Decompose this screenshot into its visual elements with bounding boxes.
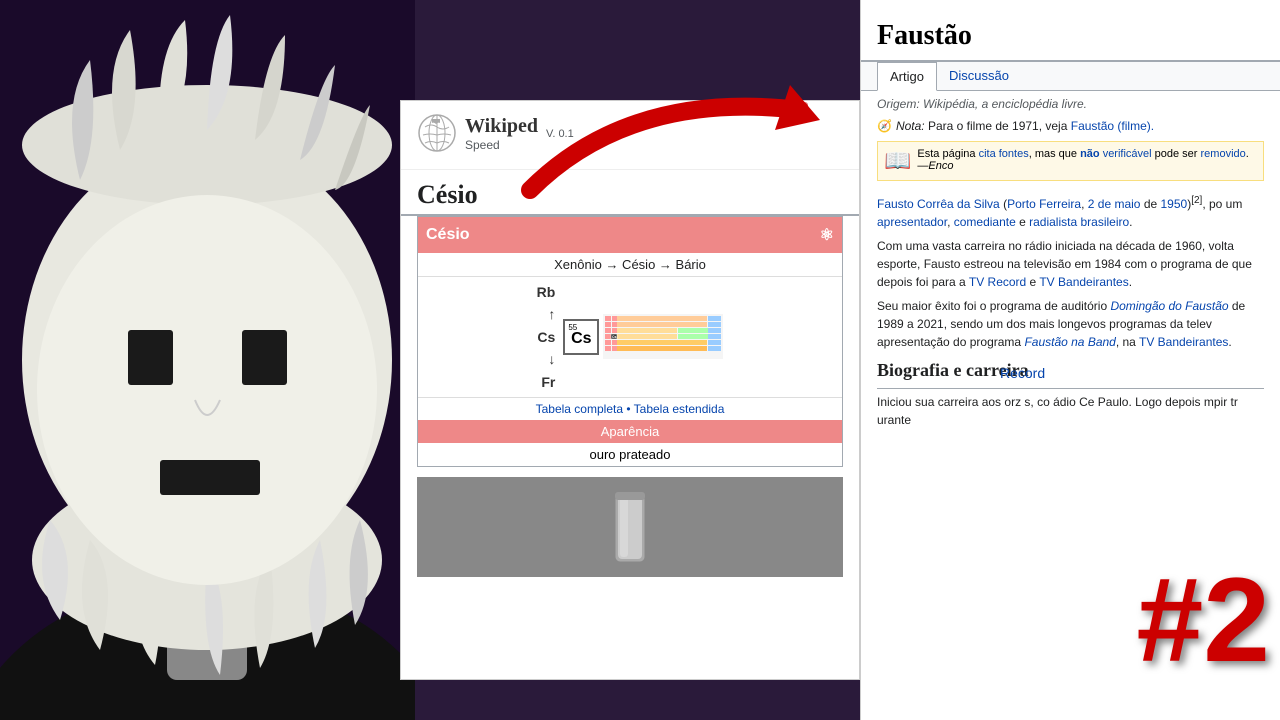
warning-book-icon: 📖 — [884, 148, 911, 174]
element-card-header: Césio ⚛ — [418, 217, 842, 253]
faustao-biography-section: Biografia e carreira — [877, 357, 1264, 389]
faustao-note: 🧭 Nota: Para o filme de 1971, veja Faust… — [861, 117, 1280, 135]
faustao-content: Fausto Corrêa da Silva (Porto Ferreira, … — [861, 187, 1280, 441]
wiki-subtitle: Speed — [465, 138, 538, 152]
wikipedia-logo-icon — [417, 113, 457, 153]
right-eye — [242, 330, 287, 385]
cesio-photo-svg — [590, 482, 670, 572]
wiki-logo-row: Wikiped Speed V. 0.1 — [417, 113, 843, 153]
note-icon: 🧭 — [877, 119, 892, 133]
element-card: Césio ⚛ Xenônio → Césio → Bário Rb ↑ Cs … — [417, 216, 843, 467]
tab-artigo[interactable]: Artigo — [877, 62, 937, 91]
element-periodic-table: Rb ↑ Cs ↓ Fr 55 Cs — [418, 277, 842, 397]
record-link[interactable]: Record — [1000, 365, 1045, 381]
wiki-title: Wikiped — [465, 115, 538, 138]
cesium-element-box: 55 Cs — [563, 319, 599, 355]
faustao-warning-box: 📖 Esta página cita fontes, mas que não v… — [877, 141, 1264, 181]
faustao-origin: Origem: Wikipédia, a enciclopédia livre. — [861, 91, 1280, 117]
number-overlay: #2 — [1137, 560, 1270, 680]
mouth — [160, 460, 260, 495]
periodic-table-mini: Cs — [603, 314, 723, 359]
wiki-header: Wikiped Speed V. 0.1 — [401, 101, 859, 170]
tab-discussao[interactable]: Discussão — [937, 62, 1021, 90]
left-eye — [128, 330, 173, 385]
element-table-links: Tabela completa • Tabela estendida — [418, 397, 842, 420]
faustao-tabs: Artigo Discussão — [861, 62, 1280, 91]
faustao-title: Faustão — [861, 0, 1280, 62]
svg-text:Cs: Cs — [612, 335, 617, 339]
element-appearance-value: ouro prateado — [418, 443, 842, 466]
wiki-cesio-panel: Wikiped Speed V. 0.1 Césio Césio ⚛ Xenôn… — [400, 100, 860, 680]
left-panel — [0, 0, 415, 720]
cesio-photo — [417, 477, 843, 577]
element-appearance-label: Aparência — [418, 420, 842, 443]
element-symbol-row: Xenônio → Césio → Bário — [418, 253, 842, 277]
cesio-article-title: Césio — [401, 170, 859, 216]
wiki-version: V. 0.1 — [546, 128, 574, 140]
